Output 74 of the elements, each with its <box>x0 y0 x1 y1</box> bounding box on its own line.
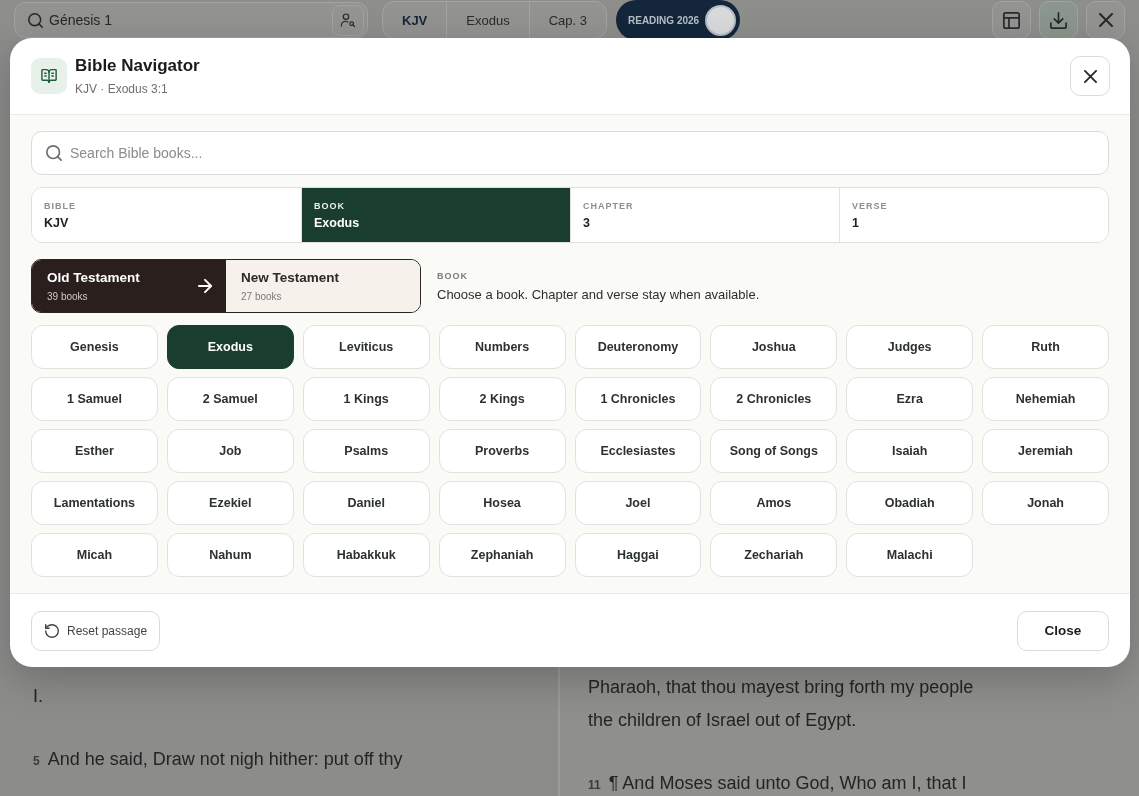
book-button[interactable]: Deuteronomy <box>574 325 702 369</box>
dialog-title: Bible Navigator <box>75 56 201 76</box>
passage-selector-tab[interactable]: BOOK Exodus <box>301 188 570 242</box>
book-button[interactable]: Nahum <box>166 533 294 577</box>
book-button[interactable]: 2 Samuel <box>166 377 294 421</box>
close-icon <box>1098 13 1113 27</box>
book-button[interactable]: Jonah <box>982 481 1109 525</box>
verse-text: ¶ And Moses said unto God, Who am I, that I <box>608 772 967 795</box>
verse-text: I. <box>33 685 43 708</box>
verse-text: Pharaoh, that thou mayest bring forth my people the children of Israel out of Egypt. <box>588 676 975 732</box>
book-button[interactable]: Joshua <box>710 325 838 369</box>
arrow-right-icon <box>198 279 212 293</box>
book-button[interactable]: Ruth <box>982 325 1109 369</box>
layout-button[interactable] <box>992 1 1031 39</box>
hint-label: BOOK <box>437 270 469 281</box>
book-button[interactable]: Judges <box>846 325 974 369</box>
hint-text: Choose a book. Chapter and verse stay when available. <box>437 286 760 302</box>
person-search-icon <box>340 12 356 28</box>
book-button[interactable]: Jeremiah <box>982 429 1109 473</box>
book-button[interactable]: Numbers <box>438 325 566 369</box>
book-button[interactable]: Zephaniah <box>438 533 566 577</box>
verse-text: And he said, Draw not nigh hither: put off thy <box>47 748 403 771</box>
book-button[interactable]: Leviticus <box>302 325 430 369</box>
book-button[interactable]: Ecclesiastes <box>574 429 702 473</box>
book-button[interactable]: Daniel <box>302 481 430 525</box>
book-button[interactable]: Ezra <box>846 377 974 421</box>
verse-number: 5 <box>33 753 40 770</box>
panel-layout-icon <box>1003 11 1020 29</box>
testament-tab[interactable]: New Testament 27 books <box>226 260 420 312</box>
download-icon <box>1050 11 1067 29</box>
book-button[interactable]: 1 Samuel <box>31 377 158 421</box>
book-button[interactable]: Song of Songs <box>710 429 838 473</box>
book-icon <box>31 58 67 94</box>
book-button[interactable]: Proverbs <box>438 429 566 473</box>
book-search-field[interactable]: Search Bible books... <box>31 131 1109 175</box>
book-button[interactable]: Joel <box>574 481 702 525</box>
book-button[interactable]: 2 Chronicles <box>710 377 838 421</box>
dialog-close-button[interactable] <box>1070 56 1110 96</box>
book-button[interactable]: Amos <box>710 481 838 525</box>
book-button[interactable]: 2 Kings <box>438 377 566 421</box>
reset-passage-button[interactable]: Reset passage <box>31 610 161 651</box>
passage-selector-tab[interactable]: VERSE 1 <box>839 188 1108 242</box>
dialog-subtitle: KJV · Exodus 3:1 <box>75 82 169 96</box>
book-button[interactable]: Psalms <box>302 429 430 473</box>
book-button[interactable]: Genesis <box>31 325 158 369</box>
book-button[interactable]: Hosea <box>438 481 566 525</box>
book-button[interactable]: 1 Chronicles <box>574 377 702 421</box>
verse-number: 11 <box>588 777 601 794</box>
book-button[interactable]: Obadiah <box>846 481 974 525</box>
book-button[interactable]: Esther <box>31 429 158 473</box>
book-button[interactable]: Ezekiel <box>166 481 294 525</box>
book-button[interactable]: Malachi <box>846 533 974 577</box>
book-button[interactable]: Lamentations <box>31 481 158 525</box>
close-icon <box>1083 69 1097 83</box>
search-field[interactable]: Génesis 1 <box>14 2 368 38</box>
person-search-button[interactable] <box>332 4 364 36</box>
download-button[interactable] <box>1039 1 1078 39</box>
testament-tab[interactable]: Old Testament 39 books <box>32 260 226 312</box>
passage-segment[interactable]: KJV <box>383 2 447 38</box>
close-dialog-button[interactable]: Close <box>1017 610 1109 651</box>
close-button[interactable] <box>1086 1 1125 39</box>
rotate-ccw-icon <box>45 623 59 638</box>
book-button[interactable]: Nehemiah <box>982 377 1109 421</box>
book-button[interactable]: Job <box>166 429 294 473</box>
book-button[interactable]: Isaiah <box>846 429 974 473</box>
book-button[interactable]: Exodus <box>166 325 294 369</box>
book-button[interactable]: Zechariah <box>710 533 838 577</box>
book-button[interactable]: Micah <box>31 533 158 577</box>
book-button[interactable]: Haggai <box>574 533 702 577</box>
search-icon <box>28 12 43 28</box>
search-icon <box>46 145 62 161</box>
book-button[interactable]: 1 Kings <box>302 377 430 421</box>
reading-toggle[interactable]: READING 2026 <box>616 0 741 40</box>
book-button[interactable]: Habakkuk <box>302 533 430 577</box>
